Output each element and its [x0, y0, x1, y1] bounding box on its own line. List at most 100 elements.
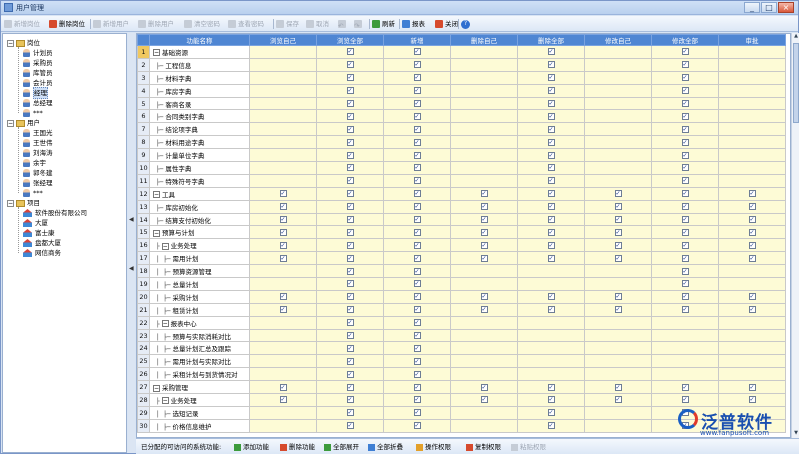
permission-cell[interactable]: ✓: [450, 199, 518, 214]
function-name-cell[interactable]: ├─ 材料字典: [149, 70, 250, 85]
permission-cell[interactable]: ✓: [383, 109, 451, 124]
checkbox[interactable]: ✓: [547, 396, 555, 404]
checkbox[interactable]: ✓: [547, 177, 555, 185]
checkbox[interactable]: ✓: [279, 293, 287, 301]
permission-cell[interactable]: ✓: [450, 251, 518, 266]
checkbox[interactable]: ✓: [547, 100, 555, 107]
checkbox[interactable]: ✓: [681, 100, 689, 107]
checkbox[interactable]: ✓: [681, 254, 689, 262]
permission-cell[interactable]: ✓: [316, 109, 384, 124]
checkbox[interactable]: ✓: [748, 241, 756, 249]
checkbox[interactable]: ✓: [480, 216, 488, 224]
permission-cell[interactable]: [450, 405, 518, 420]
table-row[interactable]: 3 ├─ 材料字典 ✓ ✓ ✓ ✓: [137, 70, 786, 85]
permission-cell[interactable]: [450, 148, 518, 163]
table-row[interactable]: 18 │ ├─ 预算资源管理 ✓ ✓ ✓: [137, 264, 786, 279]
view-password-button[interactable]: 查看密码: [228, 18, 264, 30]
permission-cell[interactable]: ✓: [450, 289, 518, 304]
checkbox[interactable]: ✓: [346, 409, 354, 417]
checkbox[interactable]: ✓: [346, 48, 354, 56]
function-name-cell[interactable]: ├─ 库房字典: [149, 83, 250, 98]
permission-cell[interactable]: ✓: [651, 161, 719, 175]
permission-cell[interactable]: ✓: [316, 173, 384, 188]
maximize-button[interactable]: □: [761, 2, 777, 13]
checkbox[interactable]: ✓: [413, 306, 421, 314]
permission-cell[interactable]: ✓: [651, 380, 719, 395]
permission-cell[interactable]: [450, 83, 518, 98]
table-row[interactable]: 11 ├─ 特殊符号字典 ✓ ✓ ✓ ✓: [137, 173, 786, 188]
close-button[interactable]: 关闭: [435, 18, 458, 30]
checkbox[interactable]: ✓: [413, 125, 421, 133]
table-row[interactable]: 27− 采购管理 ✓ ✓ ✓ ✓ ✓ ✓ ✓ ✓: [137, 380, 786, 395]
permission-cell[interactable]: ✓: [383, 212, 451, 227]
permission-cell[interactable]: [517, 328, 585, 343]
permission-cell[interactable]: [718, 264, 786, 279]
permission-cell[interactable]: ✓: [383, 405, 451, 420]
permission-cell[interactable]: [517, 315, 585, 330]
permission-cell[interactable]: [584, 135, 652, 150]
permission-cell[interactable]: ✓: [249, 186, 317, 201]
column-header[interactable]: 功能名称: [149, 34, 250, 46]
permission-cell[interactable]: ✓: [517, 186, 585, 201]
permission-cell[interactable]: ✓: [651, 264, 719, 279]
checkbox[interactable]: ✓: [681, 125, 689, 133]
permission-cell[interactable]: [249, 418, 317, 433]
checkbox[interactable]: ✓: [547, 422, 555, 430]
permission-cell[interactable]: ✓: [450, 302, 518, 317]
permission-cell[interactable]: ✓: [584, 225, 652, 240]
permission-cell[interactable]: [517, 264, 585, 279]
report-button[interactable]: 报表: [402, 18, 425, 30]
permission-cell[interactable]: [249, 109, 317, 124]
permission-cell[interactable]: ✓: [584, 238, 652, 253]
checkbox[interactable]: ✓: [480, 203, 488, 211]
permission-cell[interactable]: ✓: [383, 264, 451, 279]
checkbox[interactable]: ✓: [413, 280, 421, 288]
function-name-cell[interactable]: │ ├─ 价格信息维护: [149, 418, 250, 433]
permission-cell[interactable]: [517, 367, 585, 382]
permission-cell[interactable]: ✓: [383, 122, 451, 137]
checkbox[interactable]: ✓: [279, 190, 287, 198]
table-row[interactable]: 16 ├ − 业务处理 ✓ ✓ ✓ ✓ ✓ ✓ ✓ ✓: [137, 238, 786, 253]
permission-cell[interactable]: [584, 315, 652, 330]
checkbox[interactable]: ✓: [279, 254, 287, 262]
copy-permission-button[interactable]: 复制权限: [466, 442, 501, 452]
permission-cell[interactable]: ✓: [584, 251, 652, 266]
permission-cell[interactable]: [450, 109, 518, 124]
permission-cell[interactable]: [249, 122, 317, 137]
permission-cell[interactable]: [651, 315, 719, 330]
permission-cell[interactable]: ✓: [517, 302, 585, 317]
checkbox[interactable]: ✓: [346, 357, 354, 365]
checkbox[interactable]: ✓: [413, 409, 421, 417]
checkbox[interactable]: ✓: [547, 112, 555, 120]
permission-cell[interactable]: ✓: [316, 135, 384, 150]
checkbox[interactable]: ✓: [346, 74, 354, 82]
permission-cell[interactable]: ✓: [651, 148, 719, 163]
checkbox[interactable]: ✓: [681, 190, 689, 198]
scroll-up-arrow[interactable]: ▲: [792, 33, 799, 41]
table-row[interactable]: 2 ├─ 工程信息 ✓ ✓ ✓ ✓: [137, 57, 786, 72]
function-name-cell[interactable]: − 基础资源: [149, 45, 250, 59]
permission-cell[interactable]: [450, 173, 518, 188]
checkbox[interactable]: ✓: [480, 190, 488, 198]
function-name-cell[interactable]: ├─ 特殊符号字典: [149, 173, 250, 188]
checkbox[interactable]: ✓: [614, 293, 622, 301]
permission-cell[interactable]: [249, 354, 317, 369]
permission-cell[interactable]: ✓: [718, 302, 786, 317]
permission-cell[interactable]: ✓: [383, 83, 451, 98]
function-name-cell[interactable]: ├─ 客商名录: [149, 96, 250, 111]
checkbox[interactable]: ✓: [547, 216, 555, 224]
checkbox[interactable]: ✓: [681, 228, 689, 236]
checkbox[interactable]: ✓: [547, 61, 555, 69]
checkbox[interactable]: ✓: [346, 112, 354, 120]
checkbox[interactable]: ✓: [614, 306, 622, 314]
permission-cell[interactable]: ✓: [316, 225, 384, 240]
permission-cell[interactable]: [651, 367, 719, 382]
function-name-cell[interactable]: ├─ 结算支付初始化: [149, 212, 250, 227]
checkbox[interactable]: ✓: [346, 203, 354, 211]
checkbox[interactable]: ✓: [614, 383, 622, 391]
checkbox[interactable]: ✓: [279, 228, 287, 236]
permission-cell[interactable]: ✓: [383, 135, 451, 150]
permission-cell[interactable]: ✓: [718, 380, 786, 395]
expand-toggle-icon[interactable]: −: [161, 397, 169, 405]
permission-cell[interactable]: ✓: [316, 393, 384, 407]
